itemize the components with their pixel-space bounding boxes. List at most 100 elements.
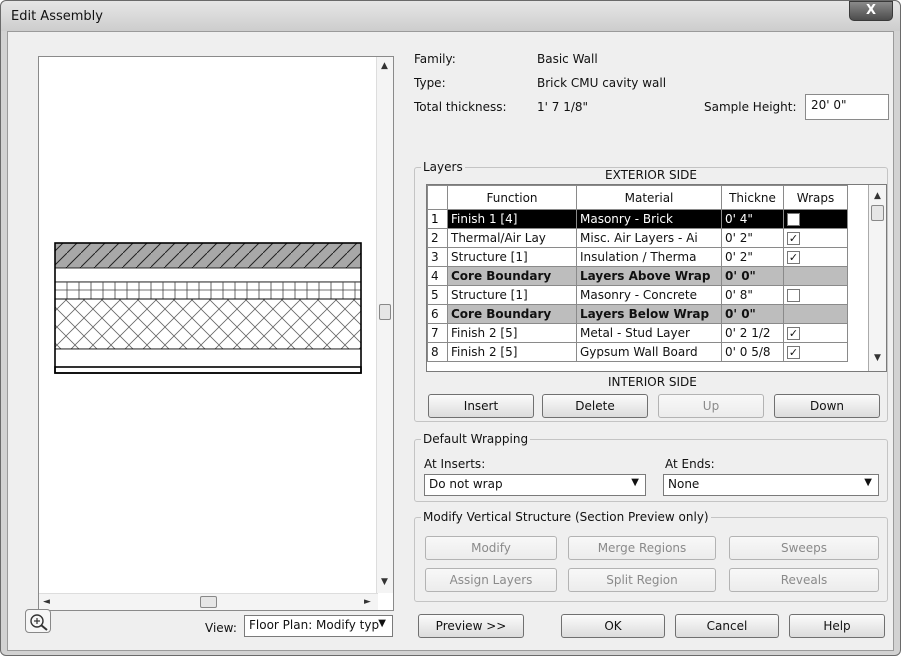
view-select[interactable]: Floor Plan: Modify typ ▼ [244, 615, 393, 637]
wraps-cell [783, 266, 848, 286]
material-cell[interactable]: Insulation / Therma [576, 247, 722, 267]
type-value: Brick CMU cavity wall [537, 76, 667, 90]
function-cell[interactable]: Finish 1 [4] [447, 209, 577, 229]
function-cell[interactable]: Thermal/Air Lay [447, 228, 577, 248]
up-button[interactable]: Up [658, 394, 764, 418]
material-cell[interactable]: Masonry - Concrete [576, 285, 722, 305]
at-ends-value: None [668, 477, 700, 491]
table-row[interactable]: 4 Core Boundary Layers Above Wrap 0' 0" [427, 266, 848, 286]
scroll-right-arrow-icon[interactable]: ► [364, 597, 371, 607]
function-cell[interactable]: Core Boundary [447, 304, 577, 324]
table-row[interactable]: 5 Structure [1] Masonry - Concrete 0' 8" [427, 285, 848, 305]
wraps-cell[interactable]: ✓ [783, 209, 848, 229]
wraps-cell[interactable]: ✓ [783, 323, 848, 343]
material-cell[interactable]: Misc. Air Layers - Ai [576, 228, 722, 248]
wraps-checkbox[interactable]: ✓ [787, 232, 800, 245]
row-number[interactable]: 6 [427, 304, 448, 324]
row-number[interactable]: 7 [427, 323, 448, 343]
sweeps-button[interactable]: Sweeps [729, 536, 879, 560]
split-region-button[interactable]: Split Region [568, 568, 716, 592]
scroll-thumb[interactable] [379, 304, 391, 320]
thickness-cell[interactable]: 0' 2 1/2 [721, 323, 784, 343]
table-row[interactable]: 6 Core Boundary Layers Below Wrap 0' 0" [427, 304, 848, 324]
wraps-column-header[interactable]: Wraps [783, 185, 848, 210]
function-cell[interactable]: Structure [1] [447, 285, 577, 305]
scroll-up-arrow-icon[interactable]: ▲ [381, 61, 388, 71]
row-number[interactable]: 2 [427, 228, 448, 248]
scroll-left-arrow-icon[interactable]: ◄ [43, 597, 50, 607]
wraps-cell[interactable]: ✓ [783, 247, 848, 267]
table-row[interactable]: 8 Finish 2 [5] Gypsum Wall Board 0' 0 5/… [427, 342, 848, 362]
preview-horizontal-scrollbar[interactable]: ◄ ► [39, 593, 378, 610]
cancel-button[interactable]: Cancel [675, 614, 779, 638]
wraps-checkbox[interactable] [787, 289, 800, 302]
material-cell[interactable]: Gypsum Wall Board [576, 342, 722, 362]
thickness-cell[interactable]: 0' 2" [721, 247, 784, 267]
reveals-button[interactable]: Reveals [729, 568, 879, 592]
thickness-cell[interactable]: 0' 2" [721, 228, 784, 248]
exterior-side-label: EXTERIOR SIDE [605, 168, 697, 182]
wraps-checkbox[interactable]: ✓ [787, 213, 800, 226]
row-number[interactable]: 5 [427, 285, 448, 305]
ok-button[interactable]: OK [561, 614, 665, 638]
wraps-checkbox[interactable]: ✓ [787, 251, 800, 264]
default-wrapping-legend: Default Wrapping [423, 432, 529, 446]
close-button[interactable]: X [849, 1, 893, 21]
wraps-checkbox[interactable]: ✓ [787, 346, 800, 359]
at-ends-select[interactable]: None ▼ [663, 474, 879, 496]
wraps-cell[interactable]: ✓ [783, 228, 848, 248]
wraps-cell[interactable] [783, 285, 848, 305]
insert-button[interactable]: Insert [428, 394, 534, 418]
merge-regions-button[interactable]: Merge Regions [568, 536, 716, 560]
down-button[interactable]: Down [774, 394, 880, 418]
material-cell[interactable]: Layers Above Wrap [576, 266, 722, 286]
zoom-icon[interactable] [25, 609, 51, 633]
material-cell[interactable]: Layers Below Wrap [576, 304, 722, 324]
row-number-header [427, 185, 448, 210]
preview-pane[interactable]: ▲ ▼ ◄ ► [38, 56, 394, 611]
delete-button[interactable]: Delete [542, 394, 648, 418]
sample-height-input[interactable]: 20' 0" [805, 94, 889, 120]
help-button[interactable]: Help [789, 614, 885, 638]
thickness-column-header[interactable]: Thickne [721, 185, 784, 210]
preview-button[interactable]: Preview >> [418, 614, 524, 638]
at-inserts-select[interactable]: Do not wrap ▼ [424, 474, 646, 496]
table-row[interactable]: 7 Finish 2 [5] Metal - Stud Layer 0' 2 1… [427, 323, 848, 343]
thickness-cell[interactable]: 0' 8" [721, 285, 784, 305]
table-vertical-scrollbar[interactable]: ▲ ▼ [868, 185, 886, 371]
wraps-checkbox[interactable]: ✓ [787, 327, 800, 340]
assign-layers-button[interactable]: Assign Layers [425, 568, 557, 592]
row-number[interactable]: 1 [427, 209, 448, 229]
family-label: Family: [414, 52, 456, 66]
view-label: View: [205, 621, 237, 635]
function-cell[interactable]: Finish 2 [5] [447, 323, 577, 343]
scroll-down-arrow-icon[interactable]: ▼ [381, 577, 388, 587]
row-number[interactable]: 8 [427, 342, 448, 362]
function-cell[interactable]: Structure [1] [447, 247, 577, 267]
row-number[interactable]: 4 [427, 266, 448, 286]
modify-button[interactable]: Modify [425, 536, 557, 560]
layers-table: Function Material Thickne Wraps 1 Finish… [426, 184, 887, 372]
family-value: Basic Wall [537, 52, 598, 66]
scroll-thumb[interactable] [871, 205, 884, 221]
material-column-header[interactable]: Material [576, 185, 722, 210]
thickness-cell[interactable]: 0' 0 5/8 [721, 342, 784, 362]
material-cell[interactable]: Metal - Stud Layer [576, 323, 722, 343]
table-row[interactable]: 2 Thermal/Air Lay Misc. Air Layers - Ai … [427, 228, 848, 248]
table-row[interactable]: 3 Structure [1] Insulation / Therma 0' 2… [427, 247, 848, 267]
wraps-cell[interactable]: ✓ [783, 342, 848, 362]
thickness-cell[interactable]: 0' 0" [721, 304, 784, 324]
function-column-header[interactable]: Function [447, 185, 577, 210]
scroll-up-arrow-icon[interactable]: ▲ [874, 191, 881, 201]
preview-vertical-scrollbar[interactable]: ▲ ▼ [376, 57, 393, 593]
dropdown-arrow-icon: ▼ [631, 477, 639, 488]
scroll-down-arrow-icon[interactable]: ▼ [874, 353, 881, 363]
thickness-cell[interactable]: 0' 4" [721, 209, 784, 229]
scroll-thumb[interactable] [200, 596, 217, 608]
function-cell[interactable]: Core Boundary [447, 266, 577, 286]
row-number[interactable]: 3 [427, 247, 448, 267]
function-cell[interactable]: Finish 2 [5] [447, 342, 577, 362]
thickness-cell[interactable]: 0' 0" [721, 266, 784, 286]
table-row[interactable]: 1 Finish 1 [4] Masonry - Brick 0' 4" ✓ [427, 209, 848, 229]
material-cell[interactable]: Masonry - Brick [576, 209, 722, 229]
